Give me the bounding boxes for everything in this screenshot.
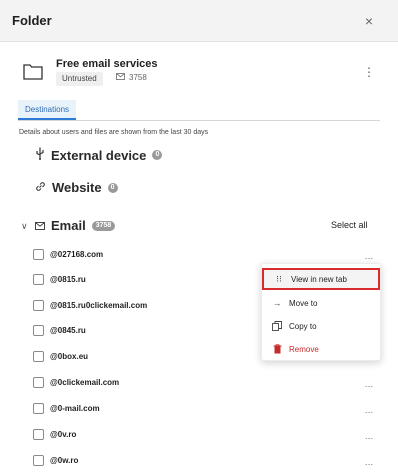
panel-title: Folder	[12, 13, 52, 28]
menu-item-label: Copy to	[289, 321, 317, 331]
section-label: External device	[51, 147, 147, 163]
row-checkbox[interactable]	[33, 350, 44, 362]
email-domain: @0815.ru0clickemail.com	[50, 300, 148, 310]
usb-icon	[35, 147, 45, 163]
mail-icon	[116, 73, 125, 82]
email-domain: @027168.com	[50, 249, 104, 259]
row-checkbox[interactable]	[33, 402, 44, 414]
list-item[interactable]: @027168.com …	[33, 245, 383, 263]
row-checkbox[interactable]	[33, 273, 44, 285]
section-label: Email	[51, 218, 86, 233]
email-domain: @0clickemail.com	[50, 377, 120, 387]
row-more-icon[interactable]: …	[362, 425, 376, 443]
row-more-icon[interactable]: …	[362, 451, 376, 469]
email-domain: @0v.ro	[50, 429, 77, 439]
row-more-icon[interactable]: …	[362, 245, 376, 263]
email-domain: @0box.eu	[50, 351, 89, 361]
row-checkbox[interactable]	[33, 324, 44, 336]
menu-item-remove[interactable]: Remove	[262, 338, 380, 360]
list-item[interactable]: @0clickemail.com …	[33, 373, 383, 391]
folder-icon	[23, 62, 43, 80]
open-in-new-tab-icon: ⁝⁝	[276, 273, 282, 284]
count-badge: 3758	[91, 220, 116, 231]
tab-destinations[interactable]: Destinations	[18, 100, 77, 120]
row-more-icon[interactable]: …	[362, 373, 376, 391]
more-options-icon[interactable]: ⋮	[363, 64, 375, 80]
row-checkbox[interactable]	[33, 454, 44, 466]
mail-count: 3758	[116, 73, 147, 82]
menu-item-move-to[interactable]: → Move to	[262, 292, 380, 314]
details-note: Details about users and files are shown …	[19, 129, 209, 136]
row-checkbox[interactable]	[33, 299, 44, 311]
arrow-right-icon: →	[272, 298, 282, 308]
row-checkbox[interactable]	[33, 428, 44, 440]
copy-icon	[272, 321, 282, 331]
row-checkbox[interactable]	[33, 248, 44, 260]
list-item[interactable]: @0w.ro …	[33, 451, 383, 469]
menu-item-label: Remove	[289, 344, 319, 354]
row-more-icon[interactable]: …	[362, 399, 376, 417]
section-external-device[interactable]: External device 0	[35, 147, 163, 163]
trust-badge: Untrusted	[56, 72, 103, 86]
close-icon[interactable]: ×	[360, 12, 378, 30]
panel-header: Folder ×	[0, 0, 398, 42]
list-item[interactable]: @0v.ro …	[33, 425, 383, 443]
menu-item-copy-to[interactable]: Copy to	[262, 315, 380, 337]
email-domain: @0-mail.com	[50, 403, 100, 413]
email-domain: @0845.ru	[50, 325, 86, 335]
menu-item-label: View in new tab	[291, 274, 347, 284]
list-item[interactable]: @0-mail.com …	[33, 399, 383, 417]
section-label: Website	[52, 180, 102, 195]
count-badge: 0	[152, 150, 163, 160]
select-all-button[interactable]: Select all	[331, 220, 368, 230]
mail-icon	[35, 218, 45, 233]
section-website[interactable]: Website 0	[35, 180, 118, 195]
row-checkbox[interactable]	[33, 376, 44, 388]
email-domain: @0815.ru	[50, 274, 86, 284]
context-menu: ⁝⁝ View in new tab → Move to Copy to Rem…	[261, 263, 381, 361]
tab-bar: Destinations	[18, 100, 380, 121]
email-domain: @0w.ro	[50, 455, 79, 465]
menu-item-view-in-new-tab[interactable]: ⁝⁝ View in new tab	[262, 268, 380, 290]
trash-icon	[272, 344, 282, 354]
link-icon	[35, 180, 46, 195]
section-email[interactable]: Email 3758	[35, 218, 116, 233]
menu-item-label: Move to	[289, 298, 318, 308]
mail-count-value: 3758	[129, 73, 147, 82]
item-name: Free email services	[56, 58, 158, 70]
chevron-down-icon[interactable]: ∨	[21, 221, 31, 231]
count-badge: 0	[107, 182, 118, 193]
